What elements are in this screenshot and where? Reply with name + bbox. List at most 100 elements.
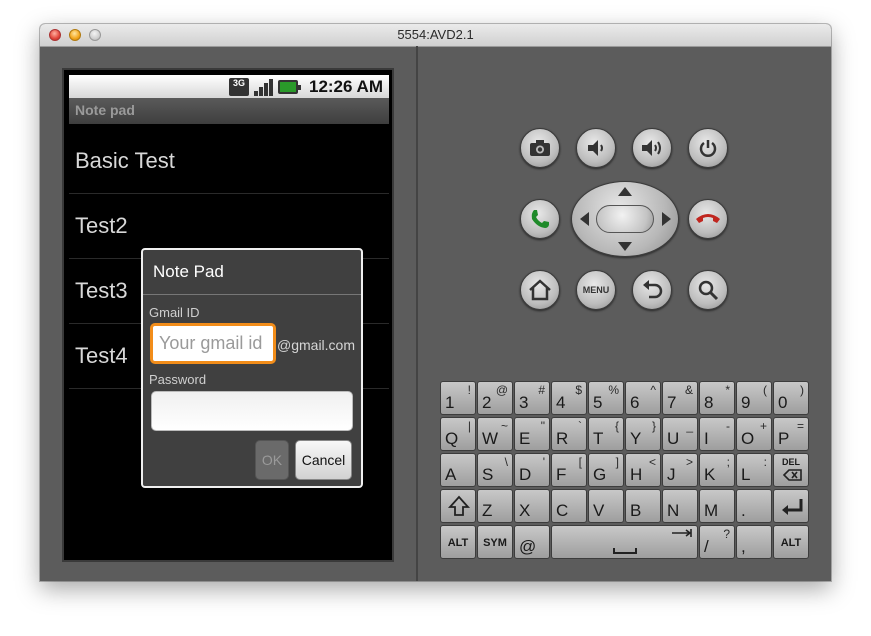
key-u[interactable]: U _ [662,417,698,451]
key-label: H [630,465,643,484]
enter-key[interactable] [773,489,809,523]
key-t[interactable]: T{ [588,417,624,451]
key-alt-label: } [651,419,656,433]
alt-right-key[interactable]: ALT [773,525,809,559]
key-r[interactable]: R ` [551,417,587,451]
key-x[interactable]: X [514,489,550,523]
key-2[interactable]: 2 @ [477,381,513,415]
key-f[interactable]: F[ [551,453,587,487]
key-k[interactable]: K; [699,453,735,487]
key-b[interactable]: B [625,489,661,523]
key-alt-label: @ [495,383,508,397]
key-n[interactable]: N [662,489,698,523]
key-6[interactable]: 6 ^ [625,381,661,415]
key-1[interactable]: 1! [440,381,476,415]
key-9[interactable]: 9( [736,381,772,415]
key-7[interactable]: 7 & [662,381,698,415]
key-symbol[interactable]: , [736,525,772,559]
key-symbol[interactable]: . [736,489,772,523]
key-alt-label: ` [578,419,582,433]
key-label: 9 [741,393,751,412]
key-label: L [741,465,751,484]
menu-button[interactable]: MENU [576,270,616,310]
app-title: Note pad [75,102,135,118]
power-button[interactable] [688,128,728,168]
volume-down-button[interactable] [576,128,616,168]
key-alt-label: ( [763,383,767,397]
ok-button[interactable]: OK [255,440,289,480]
key-s[interactable]: S \ [477,453,513,487]
key-label: ALT [447,537,469,549]
menu-label: MENU [582,285,610,295]
key-y[interactable]: Y} [625,417,661,451]
space-key[interactable] [551,525,698,559]
gmail-suffix: @gmail.com [277,337,356,353]
key-symbol[interactable]: /? [699,525,735,559]
search-button[interactable] [688,270,728,310]
dpad-up-icon[interactable] [618,187,632,196]
key-j[interactable]: J > [662,453,698,487]
key-symbol[interactable]: @ [514,525,550,559]
sym-key[interactable]: SYM [477,525,513,559]
shift-key[interactable] [440,489,476,523]
volume-up-button[interactable] [632,128,672,168]
key-alt-label: { [614,419,619,433]
key-0[interactable]: 0) [773,381,809,415]
password-input[interactable] [151,391,353,431]
key-d[interactable]: D ' [514,453,550,487]
back-button[interactable] [632,270,672,310]
key-label: . [741,501,746,520]
note-title: Test3 [75,278,128,303]
key-w[interactable]: W ~ [477,417,513,451]
key-p[interactable]: P = [773,417,809,451]
key-i[interactable]: I- [699,417,735,451]
alt-left-key[interactable]: ALT [440,525,476,559]
key-e[interactable]: E " [514,417,550,451]
list-item[interactable]: Basic Test [69,130,389,194]
key-c[interactable]: C [551,489,587,523]
key-label: M [704,501,719,520]
device-screen: 3G 12:26 AM Note pad Basic Test Test2 Te… [62,68,394,562]
key-label: / [704,537,709,556]
key-g[interactable]: G] [588,453,624,487]
key-label: Q [445,429,459,448]
key-l[interactable]: L: [736,453,772,487]
call-button[interactable] [520,199,560,239]
key-h[interactable]: H < [625,453,661,487]
emulator-window: 5554:AVD2.1 3G 12:26 AM Note pad Basic T… [40,24,831,581]
dpad-right-icon[interactable] [662,212,671,226]
key-5[interactable]: 5% [588,381,624,415]
dpad-down-icon[interactable] [618,242,632,251]
key-alt-label: ' [542,455,545,469]
key-3[interactable]: 3 # [514,381,550,415]
key-label: A [445,465,457,484]
key-label: B [630,501,642,520]
key-8[interactable]: 8 * [699,381,735,415]
key-m[interactable]: M [699,489,735,523]
end-call-button[interactable] [688,199,728,239]
key-alt-label: ! [467,383,471,397]
delete-key[interactable]: DEL [773,453,809,487]
key-label: 5 [593,393,603,412]
key-alt-label: : [763,455,767,469]
key-4[interactable]: 4 $ [551,381,587,415]
dpad[interactable] [571,181,679,257]
dpad-center-button[interactable] [596,205,654,233]
key-label: C [556,501,569,520]
key-q[interactable]: Q | [440,417,476,451]
key-o[interactable]: O + [736,417,772,451]
gmail-id-input[interactable] [150,323,276,364]
key-v[interactable]: V [588,489,624,523]
cancel-button[interactable]: Cancel [295,440,352,480]
status-time: 12:26 AM [308,77,383,96]
dpad-left-icon[interactable] [580,212,589,226]
hardware-keyboard: 1! 2 @3 #4 $5% 6 ^ 7 & 8 * 9(0) Q | W ~ E " R ` T{Y} U _ I - O + P =… [440,381,811,561]
key-a[interactable]: A [440,453,476,487]
window-title: 5554:AVD2.1 [397,27,474,42]
key-label: Y [630,429,642,448]
camera-button[interactable] [520,128,560,168]
key-z[interactable]: Z [477,489,513,523]
gmail-label: Gmail ID [149,305,200,320]
home-button[interactable] [520,270,560,310]
key-label: J [667,465,676,484]
